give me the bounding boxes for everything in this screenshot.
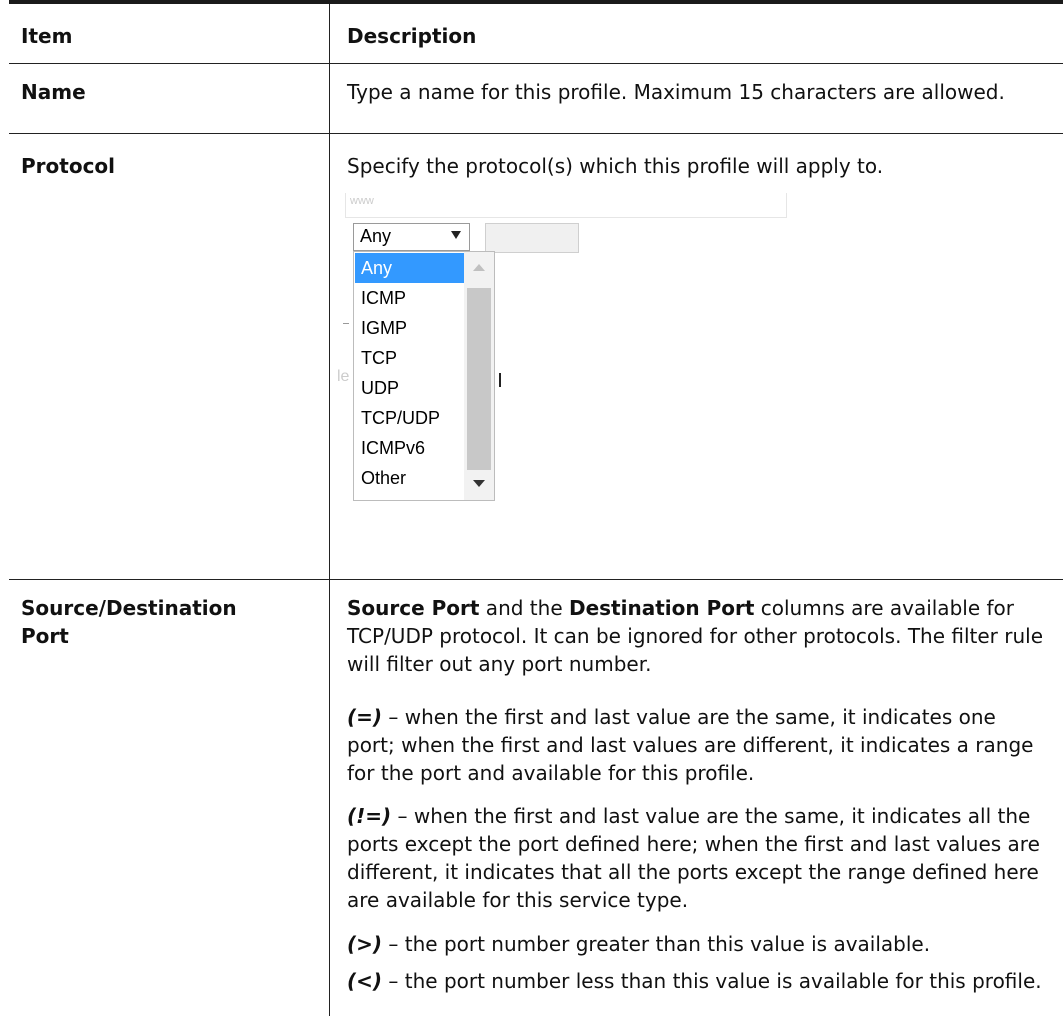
protocol-option-other[interactable]: Other bbox=[355, 463, 465, 493]
row-name-description: Type a name for this profile. Maximum 15… bbox=[347, 80, 1005, 104]
scroll-thumb[interactable] bbox=[467, 288, 491, 470]
protocol-select[interactable]: Any bbox=[353, 223, 470, 251]
header-rule bbox=[9, 63, 1063, 64]
row-port-not-equal: (!=) – when the first and last value are… bbox=[347, 804, 1040, 912]
protocol-option-tcp[interactable]: TCP bbox=[355, 343, 465, 373]
scroll-down-arrow-icon[interactable] bbox=[473, 480, 485, 487]
protocol-option-icmp[interactable]: ICMP bbox=[355, 283, 465, 313]
table-top-rule bbox=[9, 0, 1063, 4]
protocol-options-list: Any ICMP IGMP TCP UDP TCP/UDP ICMPv6 Oth… bbox=[353, 251, 495, 501]
list-scrollbar[interactable] bbox=[464, 252, 494, 500]
protocol-option-any[interactable]: Any bbox=[355, 253, 465, 283]
row-name-item: Name bbox=[21, 80, 86, 104]
row-port-greater: (>) – the port number greater than this … bbox=[347, 932, 931, 956]
protocol-option-icmpv6[interactable]: ICMPv6 bbox=[355, 433, 465, 463]
scroll-up-arrow-icon[interactable] bbox=[473, 264, 485, 271]
protocol-option-udp[interactable]: UDP bbox=[355, 373, 465, 403]
row-port-item-line1: Source/Destination bbox=[21, 596, 237, 620]
row-port-intro: Source Port and the Destination Port col… bbox=[347, 596, 1044, 676]
row-protocol-item: Protocol bbox=[21, 154, 116, 178]
blank-button[interactable] bbox=[485, 223, 579, 253]
column-divider bbox=[329, 4, 330, 1016]
protocol-dropdown-screenshot: www Any le Any ICMP IGMP TCP UDP TCP/UDP… bbox=[337, 193, 805, 548]
row-port-equal: (=) – when the first and last value are … bbox=[347, 705, 1034, 785]
dropdown-arrow-icon bbox=[451, 231, 461, 239]
header-item: Item bbox=[21, 24, 73, 48]
row-port-less: (<) – the port number less than this val… bbox=[347, 969, 1042, 993]
row-protocol-description: Specify the protocol(s) which this profi… bbox=[347, 154, 884, 178]
row-port-item-line2: Port bbox=[21, 624, 69, 648]
background-fragment-text: le bbox=[337, 368, 350, 385]
faded-input-field: www bbox=[345, 193, 787, 218]
protocol-option-tcp-udp[interactable]: TCP/UDP bbox=[355, 403, 465, 433]
protocol-select-value: Any bbox=[360, 226, 392, 246]
background-fragment-bar bbox=[499, 373, 501, 387]
protocol-option-igmp[interactable]: IGMP bbox=[355, 313, 465, 343]
background-fragment-line bbox=[343, 323, 349, 324]
row-rule bbox=[9, 133, 1063, 134]
row-rule bbox=[9, 579, 1063, 580]
header-description: Description bbox=[347, 24, 477, 48]
